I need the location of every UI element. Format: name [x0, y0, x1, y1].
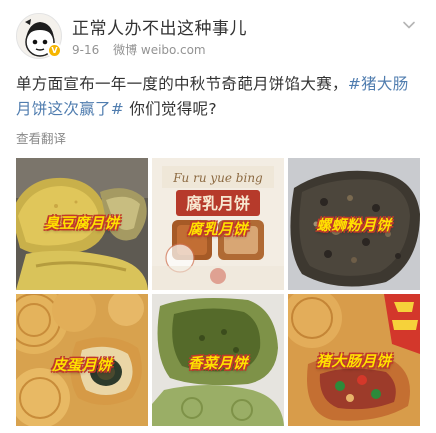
- chevron-down-icon[interactable]: [402, 18, 416, 32]
- post-text: 单方面宣布一年一度的中秋节奇葩月饼馅大赛，#猪大肠月饼这次赢了# 你们觉得呢?: [16, 72, 421, 122]
- image-tile-luosifen[interactable]: 螺蛳粉月饼: [288, 158, 420, 290]
- post-date: 9-16: [72, 43, 100, 57]
- post-source: 微博 weibo.com: [113, 43, 206, 57]
- translate-link[interactable]: 查看翻译: [16, 128, 66, 147]
- post-text-tail: 你们觉得呢?: [124, 100, 217, 118]
- image-grid: 臭豆腐月饼 Fu ru yue bing 腐乳月饼 腐乳月饼 螺蛳粉月饼 皮蛋月…: [16, 158, 420, 428]
- image-tile-fermented-tofu[interactable]: Fu ru yue bing 腐乳月饼 腐乳月饼: [152, 158, 284, 290]
- image-caption: 猪大肠月饼: [316, 354, 392, 370]
- verified-badge-icon: V: [47, 43, 62, 58]
- post-meta: 9-16 微博 weibo.com: [72, 41, 216, 58]
- image-caption: 腐乳月饼: [188, 222, 248, 238]
- box-label: 腐乳月饼: [186, 194, 250, 213]
- image-tile-coriander[interactable]: 香菜月饼: [152, 294, 284, 426]
- image-tile-century-egg[interactable]: 皮蛋月饼: [16, 294, 148, 426]
- image-caption: 臭豆腐月饼: [44, 216, 120, 232]
- box-subtitle: Fu ru yue bing: [172, 171, 263, 185]
- image-caption: 皮蛋月饼: [52, 358, 112, 374]
- image-tile-stinky-tofu[interactable]: 臭豆腐月饼: [16, 158, 148, 290]
- username[interactable]: 正常人办不出这种事儿: [72, 14, 247, 39]
- image-caption: 香菜月饼: [188, 356, 248, 372]
- post-header: V 正常人办不出这种事儿 9-16 微博 weibo.com: [0, 0, 436, 68]
- image-caption: 螺蛳粉月饼: [316, 218, 392, 234]
- image-tile-pork-intestine[interactable]: 猪大肠月饼: [288, 294, 420, 426]
- post-text-body: 单方面宣布一年一度的中秋节奇葩月饼馅大赛，: [16, 75, 348, 93]
